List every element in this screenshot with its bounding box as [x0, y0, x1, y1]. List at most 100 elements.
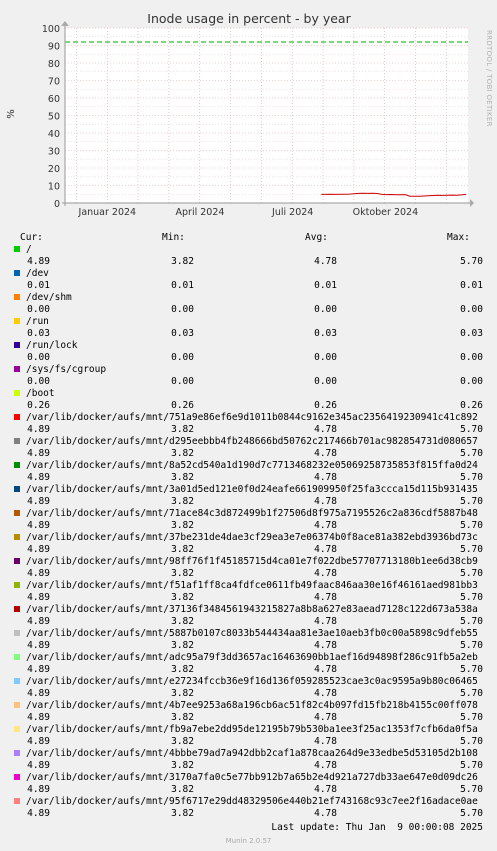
x-axis-arrow-icon	[470, 199, 474, 207]
y-tick-label: 20	[48, 164, 60, 175]
legend-value-avg: 4.78	[314, 592, 337, 603]
legend-label: /var/lib/docker/aufs/mnt/adc95a79f3dd365…	[26, 652, 478, 663]
legend-values: 4.89 3.82 4.78 5.70	[0, 568, 497, 580]
legend-values: 4.89 3.82 4.78 5.70	[0, 640, 497, 652]
legend-values: 4.89 3.82 4.78 5.70	[0, 520, 497, 532]
munin-version: Munin 2.0.57	[225, 837, 272, 845]
legend-swatch	[14, 558, 20, 564]
legend-item: /var/lib/docker/aufs/mnt/3a01d5ed121e0f0…	[0, 484, 497, 496]
legend-swatch	[14, 366, 20, 372]
y-tick-labels: 0 10 20 30 40 50 60 70 80 90 100	[42, 24, 60, 210]
legend-value-cur: 4.89	[27, 664, 50, 675]
legend-item: /var/lib/docker/aufs/mnt/751a9e86ef6e9d1…	[0, 412, 497, 424]
legend-item: /dev/shm	[0, 292, 497, 304]
legend-item: /var/lib/docker/aufs/mnt/71ace84c3d87249…	[0, 508, 497, 520]
legend-values: 4.89 3.82 4.78 5.70	[0, 496, 497, 508]
legend-value-min: 3.82	[171, 544, 194, 555]
legend-value-max: 0.01	[460, 280, 483, 291]
legend-value-cur: 4.89	[27, 712, 50, 723]
legend-item: /var/lib/docker/aufs/mnt/3170a7fa0c5e77b…	[0, 772, 497, 784]
legend-swatch	[14, 342, 20, 348]
legend-value-min: 3.82	[171, 664, 194, 675]
inode-usage-chart: Inode usage in percent - by year % 0 10 20…	[6, 11, 474, 218]
legend-value-min: 3.82	[171, 640, 194, 651]
legend-label: /var/lib/docker/aufs/mnt/95f6717e29dd483…	[26, 796, 478, 807]
legend-label: /run	[26, 316, 49, 327]
legend-swatch	[14, 270, 20, 276]
legend-value-cur: 0.00	[27, 376, 50, 387]
legend-value-cur: 0.01	[27, 280, 50, 291]
legend-value-avg: 0.00	[314, 304, 337, 315]
legend-value-cur: 4.89	[27, 520, 50, 531]
legend-header-max: Max:	[447, 232, 470, 243]
legend-label: /sys/fs/cgroup	[26, 364, 107, 375]
legend-value-cur: 0.00	[27, 352, 50, 363]
legend-value-max: 5.70	[460, 616, 483, 627]
legend-value-avg: 4.78	[314, 544, 337, 555]
legend-values: 4.89 3.82 4.78 5.70	[0, 808, 497, 820]
legend-value-min: 3.82	[171, 256, 194, 267]
legend-swatch	[14, 750, 20, 756]
legend-value-min: 3.82	[171, 688, 194, 699]
legend-value-avg: 4.78	[314, 496, 337, 507]
legend-item: /var/lib/docker/aufs/mnt/37136f348456194…	[0, 604, 497, 616]
legend-value-avg: 4.78	[314, 712, 337, 723]
y-tick-label: 100	[42, 24, 60, 35]
legend-value-cur: 4.89	[27, 808, 50, 819]
y-tick-label: 30	[48, 147, 60, 158]
legend-header-min: Min:	[162, 232, 185, 243]
legend-header-cur: Cur:	[20, 232, 43, 243]
legend-values: 0.01 0.01 0.01 0.01	[0, 280, 497, 292]
legend-value-avg: 4.78	[314, 640, 337, 651]
legend-item: /var/lib/docker/aufs/mnt/8a52cd540a1d190…	[0, 460, 497, 472]
legend-value-cur: 0.00	[27, 304, 50, 315]
legend-value-max: 5.70	[460, 736, 483, 747]
legend-swatch	[14, 774, 20, 780]
legend-value-cur: 4.89	[27, 256, 50, 267]
legend-item: /var/lib/docker/aufs/mnt/5887b0107c8033b…	[0, 628, 497, 640]
x-tick-label: Juli 2024	[271, 207, 313, 218]
legend-label: /var/lib/docker/aufs/mnt/5887b0107c8033b…	[26, 628, 478, 639]
legend-label: /var/lib/docker/aufs/mnt/37be231de4dae3c…	[26, 532, 478, 543]
legend-item: /var/lib/docker/aufs/mnt/98ff76f1f451857…	[0, 556, 497, 568]
legend-item: /sys/fs/cgroup	[0, 364, 497, 376]
legend-value-min: 0.00	[171, 376, 194, 387]
legend-item: /var/lib/docker/aufs/mnt/f51af1ff8ca4fdf…	[0, 580, 497, 592]
legend-swatch	[14, 678, 20, 684]
y-tick-label: 80	[48, 59, 60, 70]
legend-swatch	[14, 798, 20, 804]
legend-value-avg: 4.78	[314, 808, 337, 819]
legend-header-avg: Avg:	[305, 232, 328, 243]
legend-swatch	[14, 246, 20, 252]
legend-value-cur: 4.89	[27, 424, 50, 435]
legend-label: /var/lib/docker/aufs/mnt/3170a7fa0c5e77b…	[26, 772, 478, 783]
legend-header: Cur: Min: Avg: Max:	[0, 232, 497, 244]
legend-value-max: 5.70	[460, 496, 483, 507]
legend-label: /var/lib/docker/aufs/mnt/4bbbe79ad7a942d…	[26, 748, 478, 759]
legend-value-min: 3.82	[171, 712, 194, 723]
legend-item: /	[0, 244, 497, 256]
legend-value-max: 5.70	[460, 808, 483, 819]
rrdtool-credit: RRDTOOL / TOBI OETIKER	[485, 30, 493, 127]
legend-value-cur: 4.89	[27, 592, 50, 603]
legend-value-cur: 4.89	[27, 496, 50, 507]
legend-swatch	[14, 294, 20, 300]
legend-value-max: 5.70	[460, 544, 483, 555]
legend-value-avg: 4.78	[314, 736, 337, 747]
legend-value-min: 0.00	[171, 304, 194, 315]
legend-swatch	[14, 438, 20, 444]
x-tick-label: Oktober 2024	[353, 207, 419, 218]
legend-value-min: 3.82	[171, 616, 194, 627]
legend-value-avg: 0.03	[314, 328, 337, 339]
legend-value-cur: 4.89	[27, 688, 50, 699]
legend-values: 0.00 0.00 0.00 0.00	[0, 352, 497, 364]
legend-value-avg: 4.78	[314, 448, 337, 459]
legend-value-min: 3.82	[171, 784, 194, 795]
legend-label: /var/lib/docker/aufs/mnt/4b7ee9253a68a19…	[26, 700, 478, 711]
legend-item: /var/lib/docker/aufs/mnt/d295eebbb4fb248…	[0, 436, 497, 448]
legend-value-cur: 0.26	[27, 400, 50, 411]
legend-item: /dev	[0, 268, 497, 280]
y-tick-label: 90	[48, 42, 60, 53]
x-tick-label: April 2024	[176, 207, 225, 218]
legend-value-max: 5.70	[460, 472, 483, 483]
